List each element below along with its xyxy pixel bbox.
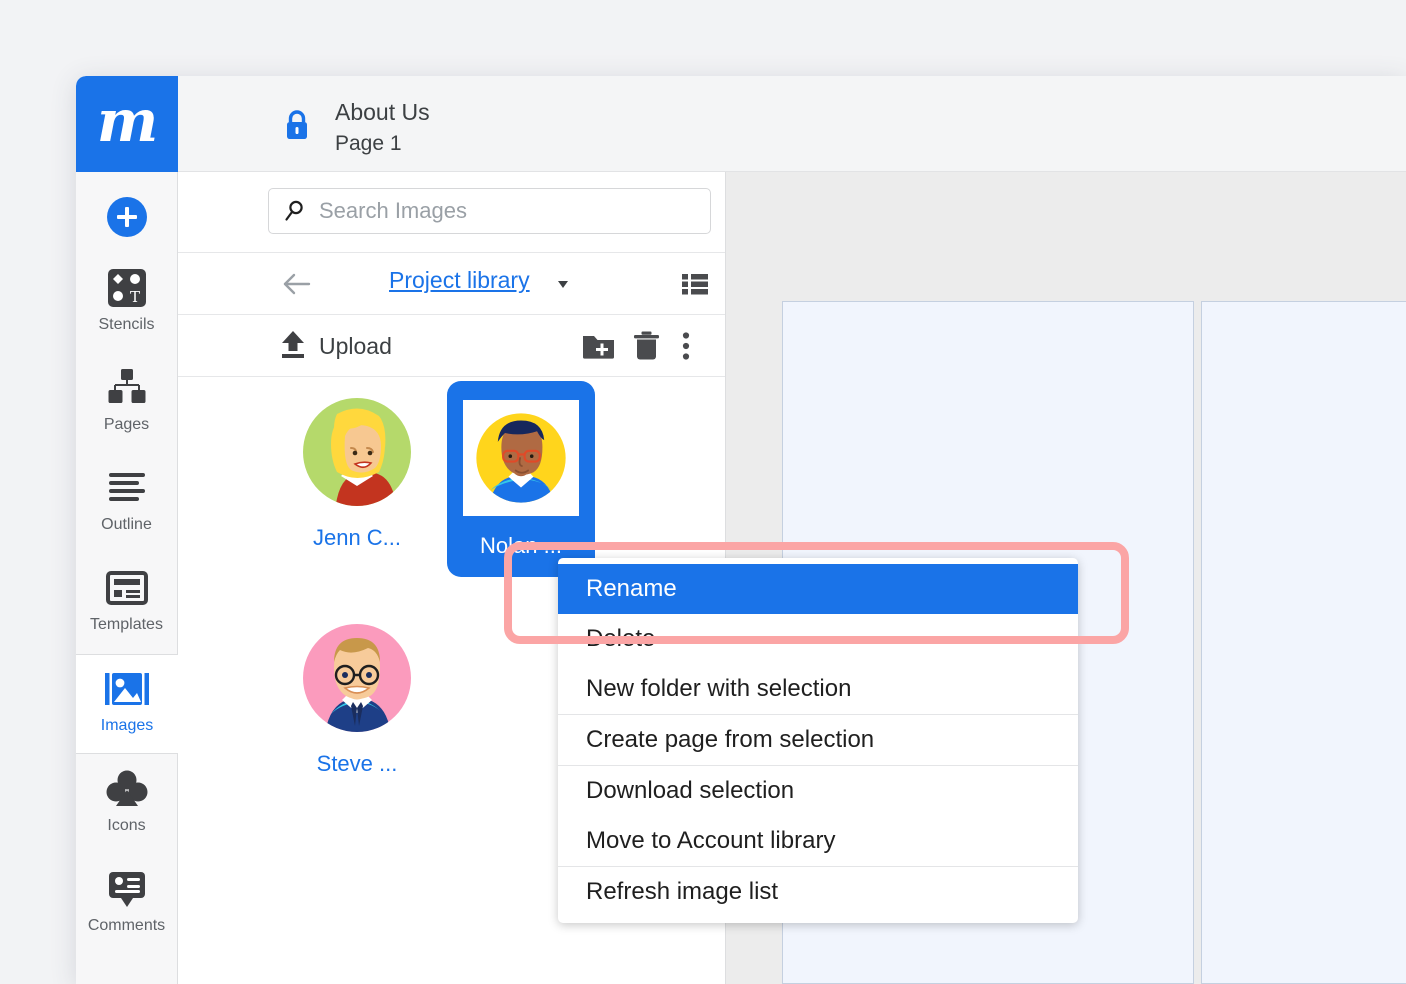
upload-icon: [278, 329, 308, 364]
thumbnail-item[interactable]: Steve ...: [283, 603, 431, 799]
plus-icon-v: [125, 207, 129, 227]
outline-icon: [106, 468, 148, 508]
avatar: [463, 400, 579, 516]
pages-icon: [106, 368, 148, 408]
context-menu-group: Create page from selection: [558, 714, 1078, 765]
context-menu-item-new-folder-with-selection[interactable]: New folder with selection: [558, 664, 1078, 714]
context-menu[interactable]: Rename Delete New folder with selection …: [558, 558, 1078, 923]
sidebar-item-comments[interactable]: Comments: [76, 855, 177, 955]
templates-icon: [106, 568, 148, 608]
library-toolbar: Upload: [178, 315, 725, 377]
sidebar-item-label: Templates: [90, 616, 163, 634]
new-folder-icon[interactable]: [582, 331, 615, 366]
search-input[interactable]: [317, 197, 681, 225]
sidebar-item-label: Outline: [101, 516, 152, 534]
lock-icon: [282, 108, 312, 147]
avatar: [301, 622, 413, 734]
app-window: m About Us Page 1: [76, 76, 1406, 984]
context-menu-item-download-selection[interactable]: Download selection: [558, 766, 1078, 816]
thumbnail-item-selected[interactable]: Nolan ...: [447, 381, 595, 577]
context-menu-group: Refresh image list: [558, 866, 1078, 917]
context-menu-item-refresh-image-list[interactable]: Refresh image list: [558, 867, 1078, 917]
page-title: About Us: [335, 96, 430, 128]
context-menu-group: Rename Delete New folder with selection: [558, 564, 1078, 714]
page-subtitle: Page 1: [335, 128, 430, 160]
sidebar-item-outline[interactable]: Outline: [76, 454, 177, 554]
upload-button[interactable]: Upload: [278, 329, 392, 364]
svg-text:T: T: [129, 288, 139, 306]
trash-icon[interactable]: [633, 331, 660, 366]
thumbnail-item[interactable]: Jenn C...: [283, 377, 431, 573]
sidebar-item-icons[interactable]: Icons: [76, 755, 177, 855]
comments-icon: [106, 869, 148, 909]
sidebar-item-label: Stencils: [98, 316, 154, 334]
left-rail: T Stencils Pages: [76, 172, 178, 984]
thumbnail-label: Jenn C...: [313, 525, 401, 551]
back-arrow-icon[interactable]: [281, 272, 311, 301]
sidebar-item-pages[interactable]: Pages: [76, 354, 177, 454]
sidebar-item-label: Icons: [107, 817, 145, 835]
stencils-icon: T: [106, 268, 148, 308]
thumbnail-label: Nolan ...: [480, 533, 562, 559]
context-menu-item-delete[interactable]: Delete: [558, 614, 1078, 664]
search-box[interactable]: [268, 188, 711, 234]
context-menu-item-move-to-account-library[interactable]: Move to Account library: [558, 816, 1078, 866]
top-bar: m About Us Page 1: [76, 76, 1406, 172]
sidebar-item-images[interactable]: Images: [76, 654, 178, 754]
add-button[interactable]: [107, 197, 147, 237]
more-vertical-icon[interactable]: [681, 331, 691, 366]
sidebar-item-label: Images: [101, 717, 153, 735]
context-menu-item-rename[interactable]: Rename: [558, 564, 1078, 614]
sidebar-item-label: Comments: [88, 917, 165, 935]
avatar: [301, 396, 413, 508]
sidebar-item-label: Pages: [104, 416, 149, 434]
upload-label: Upload: [319, 333, 392, 360]
sidebar-item-stencils[interactable]: T Stencils: [76, 254, 177, 354]
brand-logo-glyph: m: [97, 92, 157, 150]
brand-logo[interactable]: m: [76, 76, 178, 172]
icons-club-icon: [105, 769, 149, 809]
context-menu-item-create-page-from-selection[interactable]: Create page from selection: [558, 715, 1078, 765]
sidebar-item-templates[interactable]: Templates: [76, 554, 177, 654]
canvas-page-2[interactable]: [1201, 301, 1406, 984]
screenshot-root: m About Us Page 1: [0, 0, 1406, 984]
list-view-icon[interactable]: [682, 272, 708, 301]
breadcrumb-link-project-library[interactable]: Project library: [389, 267, 530, 294]
breadcrumb: Project library: [178, 253, 725, 315]
images-icon: [105, 669, 149, 709]
document-titles: About Us Page 1: [335, 96, 430, 160]
chevron-down-icon[interactable]: [558, 281, 568, 288]
search-icon: [283, 199, 307, 223]
search-row: [178, 172, 725, 253]
context-menu-group: Download selection Move to Account libra…: [558, 765, 1078, 866]
thumbnail-label: Steve ...: [317, 751, 398, 777]
